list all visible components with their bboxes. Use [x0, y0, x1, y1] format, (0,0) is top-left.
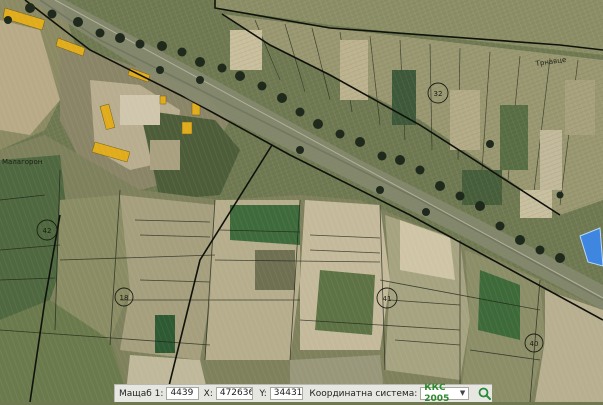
village-label-malagoron: Малагорон: [2, 158, 42, 166]
coordinate-system-value: ККС 2005: [424, 382, 450, 404]
search-icon: [478, 387, 492, 400]
scale-input[interactable]: 4439: [166, 387, 199, 400]
x-coordinate-field[interactable]: 4726367: [215, 387, 254, 400]
coordinate-system-label: Координатна система:: [309, 388, 418, 399]
parcel-number-32: 32: [434, 90, 443, 98]
parcel-number-40: 40: [530, 340, 539, 348]
search-button[interactable]: [477, 387, 492, 401]
aerial-map[interactable]: 32 42 41 18 40 Трнавце Малагорон: [0, 0, 603, 402]
map-status-bar: Мащаб 1: 4439 X: 4726367 Y: 344315 Коорд…: [114, 383, 492, 404]
parcel-number-41: 41: [383, 295, 392, 303]
coordinate-system-select[interactable]: ККС 2005 ▼: [420, 383, 470, 404]
scale-label: Мащаб 1:: [119, 388, 164, 399]
y-coordinate-field[interactable]: 344315: [269, 387, 304, 400]
chevron-down-icon: ▼: [459, 389, 466, 397]
x-label: X:: [203, 388, 213, 399]
parcel-number-42: 42: [43, 227, 52, 235]
y-label: Y:: [259, 388, 267, 399]
parcel-number-18: 18: [120, 294, 129, 302]
